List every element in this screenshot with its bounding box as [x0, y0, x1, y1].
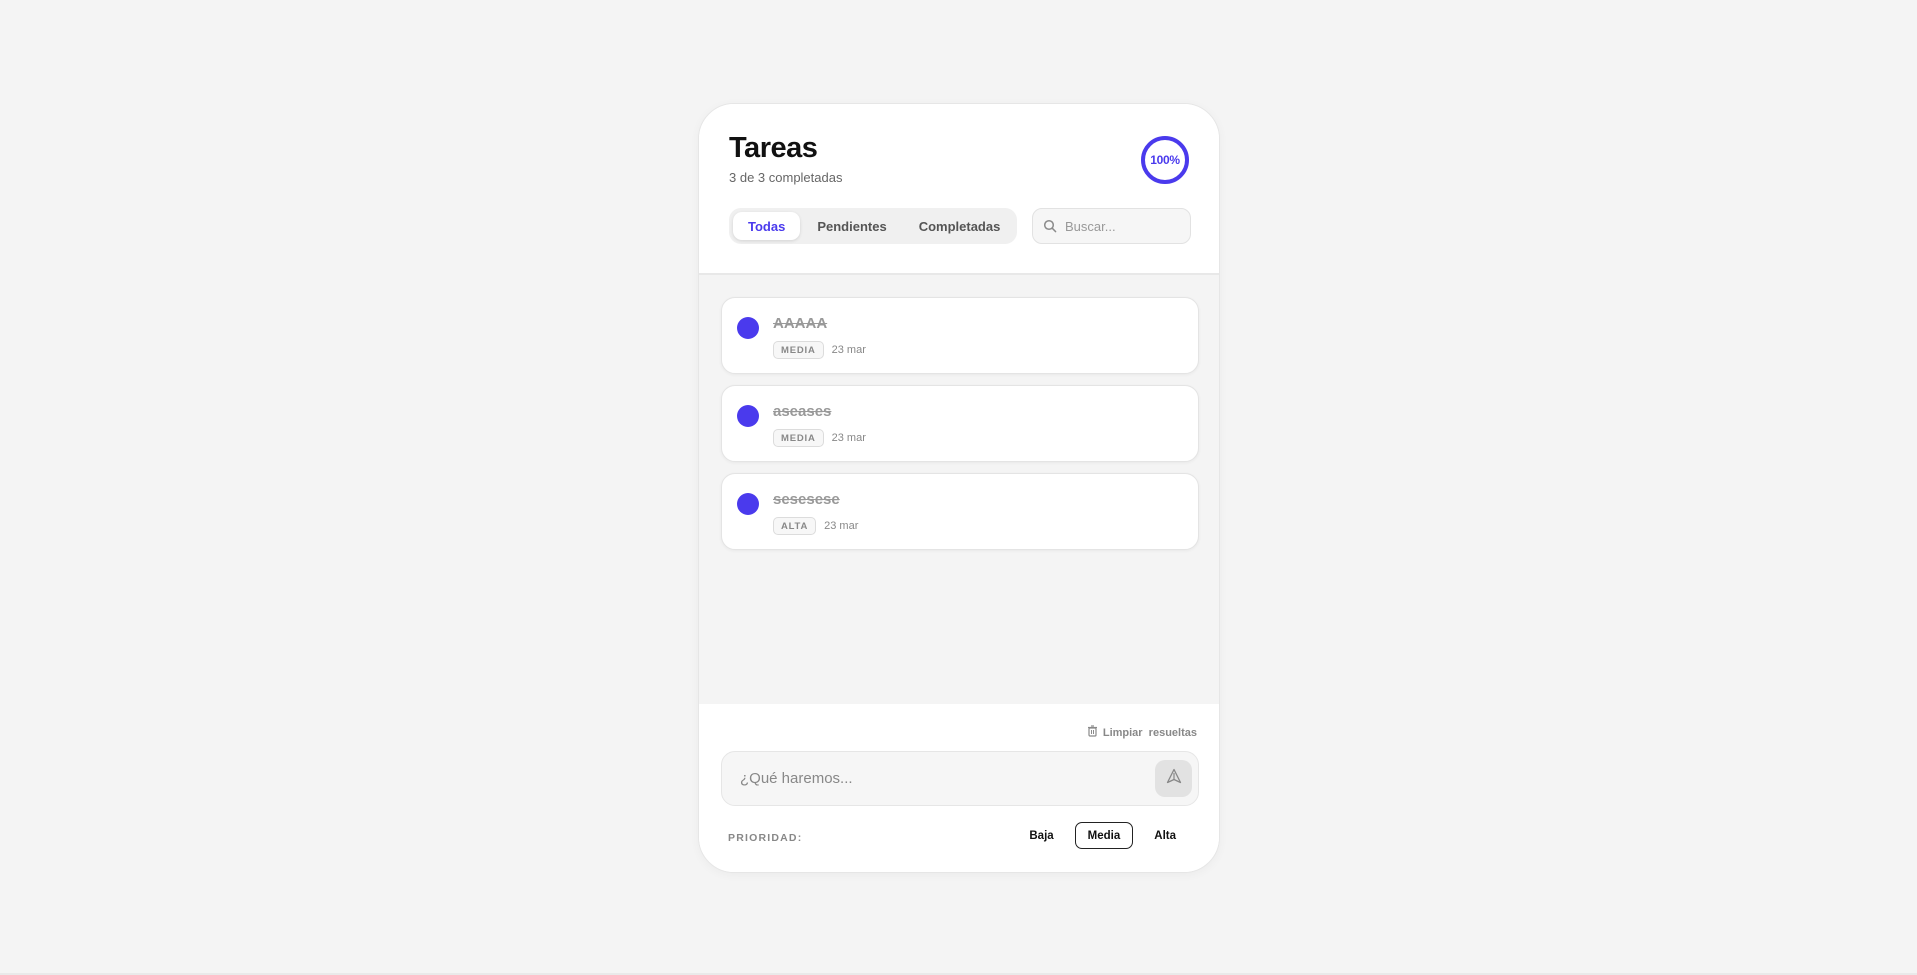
search-box[interactable]	[1032, 208, 1191, 244]
composer: Limpiar resueltas PRIORIDAD: Baja Media …	[699, 704, 1219, 872]
tab-todas[interactable]: Todas	[733, 212, 801, 240]
header: Tareas 3 de 3 completadas 100% Todas Pen…	[699, 104, 1219, 275]
clear-completed-label: Limpiar resueltas	[1102, 726, 1197, 739]
task-item[interactable]: sesesese ALTA 23 mar	[721, 473, 1199, 550]
priority-selector: Baja Media Alta	[1016, 822, 1189, 849]
priority-badge: ALTA	[773, 517, 817, 535]
new-task-input[interactable]	[740, 752, 1140, 805]
priority-media-button[interactable]: Media	[1074, 822, 1134, 849]
task-title: sesesese	[773, 491, 840, 508]
task-list: AAAAA MEDIA 23 mar aseases MEDIA 23 mar …	[699, 275, 1219, 704]
task-title: AAAAA	[773, 315, 828, 332]
task-meta: ALTA 23 mar	[773, 517, 858, 535]
task-checkbox-checked[interactable]	[737, 405, 759, 427]
task-checkbox-checked[interactable]	[737, 493, 759, 515]
tasks-card: Tareas 3 de 3 completadas 100% Todas Pen…	[698, 103, 1220, 873]
search-icon	[1043, 219, 1057, 233]
trash-icon	[1087, 725, 1098, 740]
task-title: aseases	[773, 403, 832, 420]
search-input[interactable]	[1065, 218, 1175, 234]
task-date: 23 mar	[831, 344, 866, 356]
task-date: 23 mar	[831, 432, 866, 444]
priority-badge: MEDIA	[773, 429, 824, 447]
send-button[interactable]	[1155, 760, 1192, 797]
priority-baja-button[interactable]: Baja	[1016, 822, 1066, 849]
task-item[interactable]: AAAAA MEDIA 23 mar	[721, 297, 1199, 374]
task-meta: MEDIA 23 mar	[773, 429, 866, 447]
progress-percentage: 100%	[1150, 153, 1180, 167]
clear-completed-button[interactable]: Limpiar resueltas	[1087, 725, 1197, 740]
task-meta: MEDIA 23 mar	[773, 341, 866, 359]
priority-label: PRIORIDAD:	[728, 832, 803, 844]
priority-badge: MEDIA	[773, 341, 824, 359]
filter-tabs: Todas Pendientes Completadas	[729, 208, 1017, 244]
task-item[interactable]: aseases MEDIA 23 mar	[721, 385, 1199, 462]
page-title: Tareas	[729, 132, 818, 164]
task-date: 23 mar	[824, 520, 859, 532]
tab-completadas[interactable]: Completadas	[904, 212, 1016, 240]
priority-alta-button[interactable]: Alta	[1141, 822, 1189, 849]
completion-summary: 3 de 3 completadas	[729, 170, 843, 185]
task-checkbox-checked[interactable]	[737, 317, 759, 339]
new-task-box	[721, 751, 1199, 806]
send-icon	[1166, 768, 1182, 789]
tab-pendientes[interactable]: Pendientes	[802, 212, 901, 240]
